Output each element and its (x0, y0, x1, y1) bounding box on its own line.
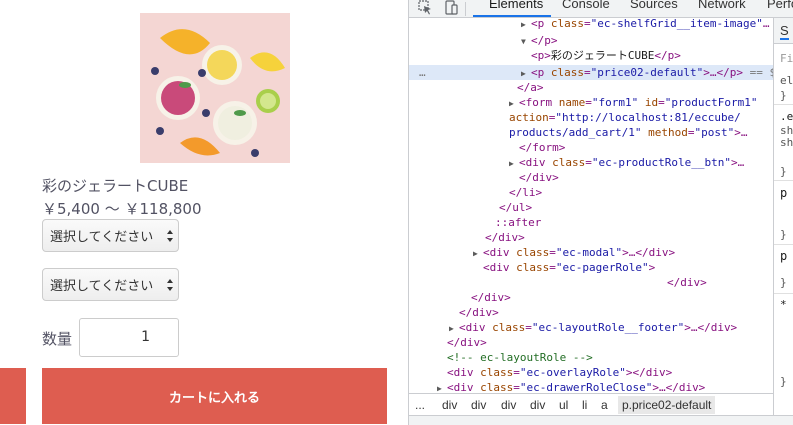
dom-node[interactable]: ▶ <p class="ec-shelfGrid__item-image"… (409, 18, 773, 31)
expand-arrow-icon[interactable]: ▶ (509, 156, 519, 171)
dom-node[interactable]: ▶ <div class="ec-layoutRole__footer">…</d… (409, 320, 773, 335)
breadcrumb-item-active[interactable]: p.price02-default (618, 396, 716, 414)
tab-network[interactable]: Network (698, 0, 746, 11)
expand-arrow-icon[interactable]: ▶ (449, 321, 459, 336)
quantity-input[interactable]: 1 (79, 318, 179, 357)
styles-text: * (780, 298, 787, 311)
dom-node[interactable]: </ul> (409, 200, 773, 215)
breadcrumb: ... div div div div ul li a p.price02-de… (409, 393, 773, 415)
option-select-2-value: 選択してください (50, 279, 154, 294)
quantity-label: 数量 (42, 330, 73, 348)
breadcrumb-item[interactable]: div (471, 398, 486, 412)
dom-node[interactable]: ▶ <div class="ec-modal">…</div> (409, 245, 773, 260)
dom-node[interactable]: </div> (409, 335, 773, 350)
dom-node[interactable]: </div> (409, 290, 773, 305)
dom-tree[interactable]: ▶ <p class="ec-shelfGrid__item-image"… ▼ <… (409, 18, 773, 393)
expand-arrow-icon[interactable]: ▶ (437, 381, 447, 393)
dom-node[interactable]: ▶ <form name="form1" id="productForm1" (409, 95, 773, 110)
rule-separator (774, 293, 793, 294)
active-tab-indicator (473, 15, 551, 17)
styles-filter[interactable]: Fi (780, 52, 793, 65)
breadcrumb-item[interactable]: div (501, 398, 516, 412)
styles-text: el (780, 74, 793, 87)
breadcrumb-item[interactable]: li (582, 398, 587, 412)
tab-sources[interactable]: Sources (630, 0, 678, 11)
product-page: 彩のジェラートCUBE ￥5,400 〜 ￥118,800 選択してください 選… (0, 0, 408, 425)
rule-separator (774, 244, 793, 245)
breadcrumb-item[interactable]: div (530, 398, 545, 412)
expand-arrow-icon[interactable]: ▶ (521, 18, 531, 32)
option-select-2[interactable]: 選択してください (42, 268, 179, 301)
collapse-arrow-icon[interactable]: ▼ (521, 34, 531, 49)
product-price: ￥5,400 〜 ￥118,800 (42, 200, 202, 218)
dom-node-continued: products/add_cart/1" method="post">… (509, 126, 748, 139)
styles-text: } (780, 165, 787, 178)
dom-node[interactable]: <p>彩のジェラートCUBE</p> (409, 48, 773, 63)
side-button[interactable] (0, 368, 26, 424)
dom-node-continued: action="http://localhost:81/eccube/ (509, 111, 741, 124)
styles-text: p (780, 186, 788, 200)
select-arrows-icon (167, 230, 173, 242)
tab-styles[interactable]: S (774, 18, 793, 44)
styles-text: .e (780, 110, 793, 123)
product-image[interactable] (140, 13, 290, 163)
styles-text: } (780, 89, 787, 102)
dom-node[interactable]: ▶ <div class="ec-drawerRoleClose">…</div> (409, 380, 773, 393)
styles-text: } (780, 276, 787, 289)
expand-arrow-icon[interactable]: ▶ (473, 246, 483, 261)
styles-text: } (780, 228, 787, 241)
dom-node[interactable]: </a> (409, 80, 773, 95)
dom-node[interactable]: </div> (409, 275, 773, 290)
devtools-panel: Elements Console Sources Network Perfo ▶… (408, 0, 793, 425)
device-toolbar-icon[interactable] (443, 0, 459, 16)
breadcrumb-item[interactable]: div (442, 398, 457, 412)
breadcrumb-item[interactable]: a (601, 398, 608, 412)
product-name: 彩のジェラートCUBE (42, 177, 189, 195)
styles-text: } (780, 375, 787, 388)
devtools-toolbar: Elements Console Sources Network Perfo (409, 0, 793, 18)
dom-node[interactable]: </div> (409, 305, 773, 320)
inspect-element-icon[interactable] (417, 0, 433, 16)
dom-node-selected[interactable]: … ▶<p class="price02-default">…</p> == $… (409, 65, 773, 80)
expand-arrow-icon[interactable]: ▶ (521, 66, 531, 81)
tab-performance[interactable]: Perfo (767, 0, 793, 11)
dom-node[interactable]: ▼ </p> (409, 33, 773, 48)
add-to-cart-button[interactable]: カートに入れる (42, 368, 387, 424)
dom-node[interactable]: </li> (409, 185, 773, 200)
option-select-1-value: 選択してください (50, 230, 154, 245)
dom-pseudo-element[interactable]: ::after (409, 215, 773, 230)
drawer-bar[interactable] (409, 415, 793, 425)
styles-text: sh (780, 136, 793, 149)
styles-text: p (780, 249, 788, 263)
toolbar-separator (465, 2, 466, 16)
dom-node[interactable]: </div> (409, 230, 773, 245)
breadcrumb-item[interactable]: ul (559, 398, 568, 412)
dom-node[interactable]: <div class="ec-overlayRole"></div> (409, 365, 773, 380)
dom-node[interactable]: </form> (409, 140, 773, 155)
tab-elements[interactable]: Elements (489, 0, 543, 11)
expand-arrow-icon[interactable]: ▶ (509, 96, 519, 111)
dom-node[interactable]: ▶ <div class="ec-productRole__btn">… (409, 155, 773, 170)
tab-console[interactable]: Console (562, 0, 610, 11)
dom-node[interactable]: </div> (409, 170, 773, 185)
rule-separator (774, 104, 793, 105)
option-select-1[interactable]: 選択してください (42, 219, 179, 252)
dom-node[interactable]: <div class="ec-pagerRole"> (409, 260, 773, 275)
rule-separator (774, 180, 793, 181)
select-arrows-icon (167, 279, 173, 291)
dom-comment[interactable]: <!-- ec-layoutRole --> (409, 350, 773, 365)
styles-pane: S Fi el } .e sh sh } p } p } * } (773, 18, 793, 415)
breadcrumb-more[interactable]: ... (415, 398, 425, 412)
